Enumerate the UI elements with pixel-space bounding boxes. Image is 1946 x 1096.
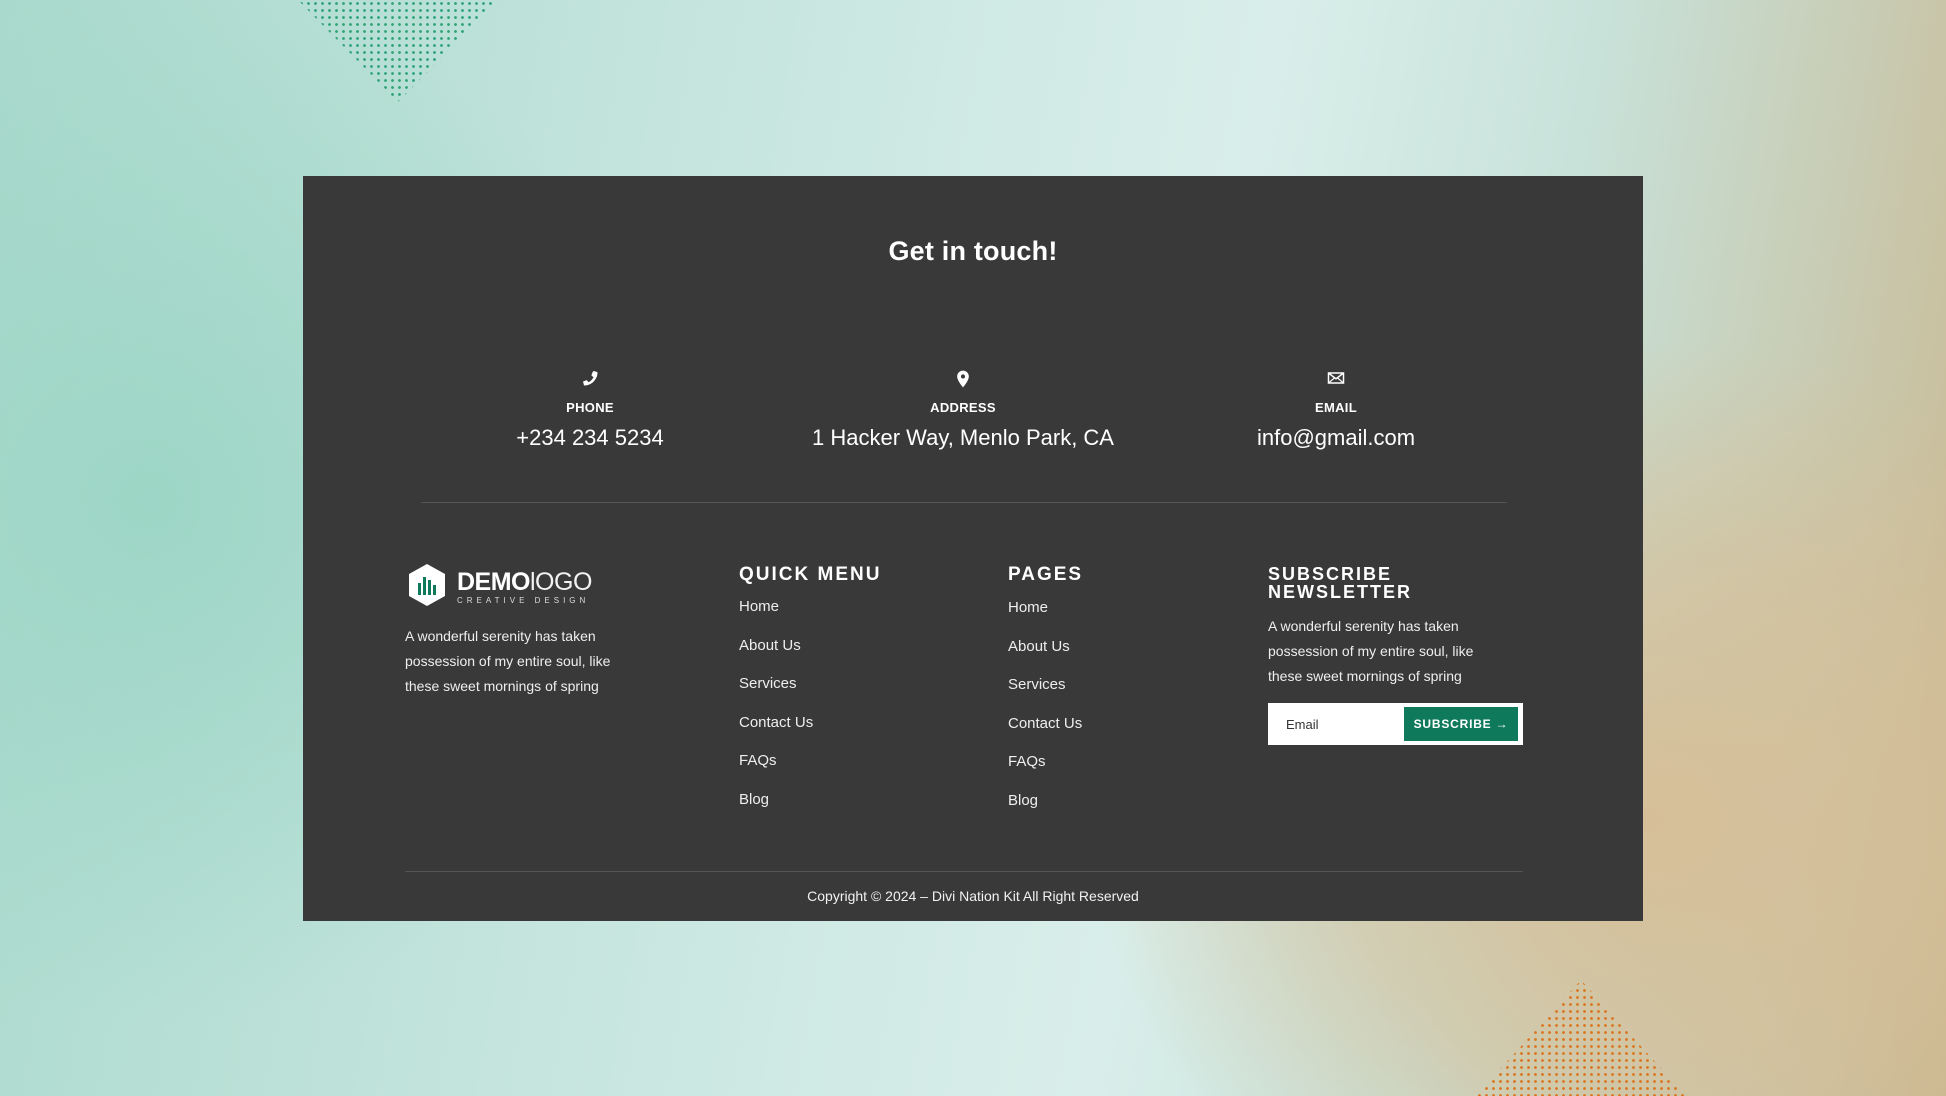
phone-label: PHONE <box>566 400 614 415</box>
email-value[interactable]: info@gmail.com <box>1136 425 1536 451</box>
phone-value[interactable]: +234 234 5234 <box>390 425 790 451</box>
quick-menu-title: QUICK MENU <box>739 564 882 585</box>
quick-menu-item-home[interactable]: Home <box>739 598 813 637</box>
quick-menu-item-contact-us[interactable]: Contact Us <box>739 714 813 753</box>
pages-menu-list: Home About Us Services Contact Us FAQs B… <box>1008 599 1082 830</box>
brand-logo[interactable]: DEMOlOGO CREATIVE DESIGN <box>405 563 592 612</box>
divider <box>405 871 1523 872</box>
contact-address: ADDRESS 1 Hacker Way, Menlo Park, CA <box>763 368 1163 451</box>
newsletter-title-line1: SUBSCRIBE <box>1268 564 1393 584</box>
envelope-icon <box>1136 368 1536 392</box>
decorative-dots-orange <box>1476 980 1686 1096</box>
logo-wordmark: DEMOlOGO <box>457 568 592 596</box>
newsletter-form: SUBSCRIBE → <box>1268 703 1523 745</box>
copyright-text: Copyright © 2024 – Divi Nation Kit All R… <box>807 888 1139 904</box>
newsletter-email-input[interactable] <box>1268 703 1403 745</box>
pages-menu-item-about-us[interactable]: About Us <box>1008 638 1082 677</box>
pages-menu-item-services[interactable]: Services <box>1008 676 1082 715</box>
pages-menu-title: PAGES <box>1008 564 1084 585</box>
quick-menu-item-faqs[interactable]: FAQs <box>739 752 813 791</box>
location-pin-icon <box>763 368 1163 392</box>
newsletter-title-line2: NEWSLETTER <box>1268 582 1412 602</box>
divider <box>421 502 1507 503</box>
logo-tagline: CREATIVE DESIGN <box>457 596 590 605</box>
pages-menu-item-contact-us[interactable]: Contact Us <box>1008 715 1082 754</box>
about-text: A wonderful serenity has taken possessio… <box>405 628 611 694</box>
quick-menu-item-about-us[interactable]: About Us <box>739 637 813 676</box>
pages-menu-item-faqs[interactable]: FAQs <box>1008 753 1082 792</box>
bar-chart-hexagon-logo-icon <box>405 563 449 612</box>
quick-menu-list: Home About Us Services Contact Us FAQs B… <box>739 598 813 829</box>
subscribe-button[interactable]: SUBSCRIBE → <box>1404 707 1518 741</box>
contact-footer-section: Get in touch! PHONE +234 234 5234 ADDRES… <box>303 176 1643 921</box>
address-value: 1 Hacker Way, Menlo Park, CA <box>812 425 1114 450</box>
pages-menu-item-blog[interactable]: Blog <box>1008 792 1082 831</box>
section-heading: Get in touch! <box>888 236 1058 266</box>
quick-menu-item-services[interactable]: Services <box>739 675 813 714</box>
logo-text: DEMOlOGO CREATIVE DESIGN <box>457 570 592 605</box>
newsletter-title: SUBSCRIBE NEWSLETTER <box>1268 565 1412 601</box>
address-label: ADDRESS <box>930 400 996 415</box>
quick-menu-item-blog[interactable]: Blog <box>739 791 813 830</box>
pages-menu-item-home[interactable]: Home <box>1008 599 1082 638</box>
decorative-dots-green <box>298 0 498 102</box>
contact-phone: PHONE +234 234 5234 <box>390 368 790 451</box>
newsletter-text: A wonderful serenity has taken possessio… <box>1268 618 1474 684</box>
phone-icon <box>390 368 790 392</box>
email-label: EMAIL <box>1315 400 1357 415</box>
contact-email: EMAIL info@gmail.com <box>1136 368 1536 451</box>
